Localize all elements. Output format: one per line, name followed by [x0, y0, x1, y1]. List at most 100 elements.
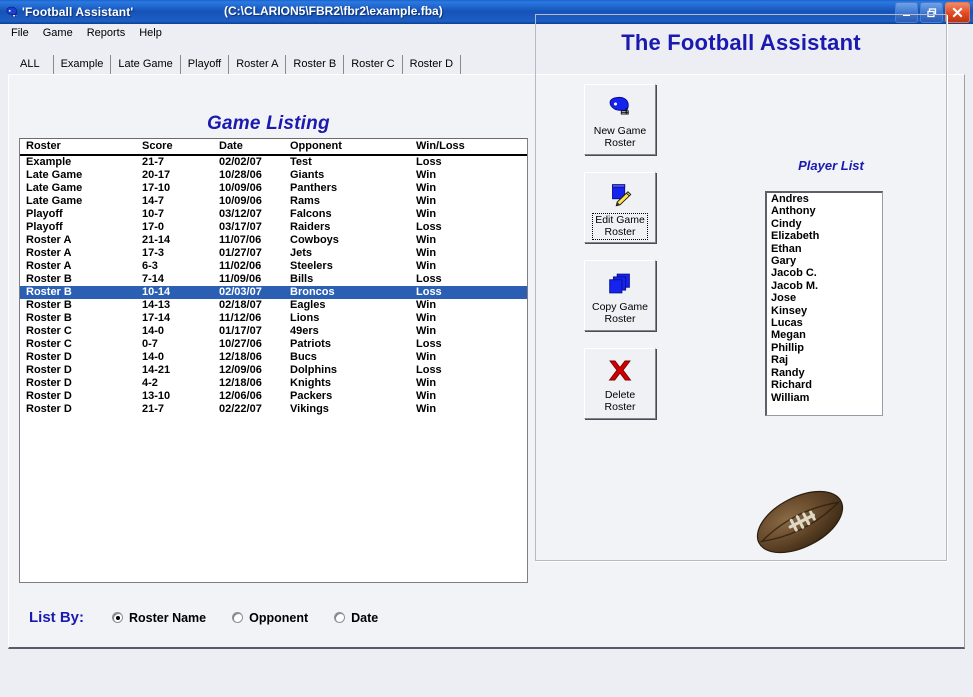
list-item[interactable]: Anthony [767, 205, 882, 217]
table-row[interactable]: Playoff 17-0 03/17/07 Raiders Loss [20, 221, 527, 234]
menu-item-file[interactable]: File [4, 26, 36, 40]
table-row[interactable]: Roster D 13-10 12/06/06 Packers Win [20, 390, 527, 403]
new-game-roster-button[interactable]: New Game Roster [584, 84, 656, 155]
table-row[interactable]: Roster B 7-14 11/09/06 Bills Loss [20, 273, 527, 286]
table-row[interactable]: Late Game 17-10 10/09/06 Panthers Win [20, 182, 527, 195]
table-row[interactable]: Roster D 21-7 02/22/07 Vikings Win [20, 403, 527, 416]
cell-roster: Roster B [26, 273, 72, 285]
list-item[interactable]: Jose [767, 292, 882, 304]
cell-opponent: Bucs [290, 351, 317, 363]
cell-win-loss: Loss [416, 364, 442, 376]
new-game-roster-label: New Game Roster [593, 125, 647, 149]
cell-score: 14-7 [142, 195, 165, 207]
list-item[interactable]: Ethan [767, 243, 882, 255]
cell-roster: Roster A [26, 247, 72, 259]
copy-game-roster-button[interactable]: Copy Game Roster [584, 260, 656, 331]
menu-item-game[interactable]: Game [36, 26, 80, 40]
list-item[interactable]: Andres [767, 193, 882, 205]
list-by-radio-group: Roster Name Opponent Date [112, 611, 404, 625]
player-list-box[interactable]: Andres Anthony Cindy Elizabeth Ethan Gary Jaco… [765, 191, 883, 416]
column-header-score[interactable]: Score [142, 140, 173, 152]
cell-opponent: Bills [290, 273, 314, 285]
game-listing-listbox[interactable]: Roster Score Date Opponent Win/Loss Exam… [19, 138, 528, 583]
tab-playoff[interactable]: Playoff [181, 55, 230, 74]
cell-opponent: Test [290, 156, 312, 168]
radio-date[interactable]: Date [334, 611, 378, 625]
table-row[interactable]: Late Game 20-17 10/28/06 Giants Win [20, 169, 527, 182]
list-item[interactable]: Richard [767, 379, 882, 391]
cell-date: 03/17/07 [219, 221, 262, 233]
cell-score: 13-10 [142, 390, 171, 402]
column-header-opponent[interactable]: Opponent [290, 140, 342, 152]
radio-opponent[interactable]: Opponent [232, 611, 308, 625]
table-row[interactable]: Roster B 14-13 02/18/07 Eagles Win [20, 299, 527, 312]
cell-win-loss: Win [416, 299, 437, 311]
table-row[interactable]: Example 21-7 02/02/07 Test Loss [20, 156, 527, 169]
table-row[interactable]: Roster A 17-3 01/27/07 Jets Win [20, 247, 527, 260]
list-item[interactable]: Megan [767, 329, 882, 341]
table-row[interactable]: Roster A 21-14 11/07/06 Cowboys Win [20, 234, 527, 247]
list-item[interactable]: Gary [767, 255, 882, 267]
column-header-win-loss[interactable]: Win/Loss [416, 140, 465, 152]
tab-roster-a[interactable]: Roster A [229, 55, 287, 74]
cell-roster: Playoff [26, 208, 63, 220]
cell-opponent: Patriots [290, 338, 331, 350]
tab-roster-c[interactable]: Roster C [344, 55, 403, 74]
table-row[interactable]: Roster D 4-2 12/18/06 Knights Win [20, 377, 527, 390]
table-row[interactable]: Roster D 14-0 12/18/06 Bucs Win [20, 351, 527, 364]
tab-roster-d[interactable]: Roster D [403, 55, 462, 74]
list-item[interactable]: Cindy [767, 218, 882, 230]
list-item[interactable]: Phillip [767, 342, 882, 354]
table-row[interactable]: Late Game 14-7 10/09/06 Rams Win [20, 195, 527, 208]
table-row[interactable]: Roster B 10-14 02/03/07 Broncos Loss [20, 286, 527, 299]
cell-score: 6-3 [142, 260, 158, 272]
radio-label: Roster Name [129, 610, 207, 625]
list-item[interactable]: Raj [767, 354, 882, 366]
cell-win-loss: Win [416, 195, 437, 207]
cell-score: 0-7 [142, 338, 158, 350]
football-helmet-icon [0, 0, 22, 24]
tab-example[interactable]: Example [52, 55, 112, 74]
cell-opponent: Panthers [290, 182, 338, 194]
table-row[interactable]: Roster B 17-14 11/12/06 Lions Win [20, 312, 527, 325]
tab-late-game[interactable]: Late Game [111, 55, 181, 74]
delete-roster-button[interactable]: Delete Roster [584, 348, 656, 419]
cell-score: 10-14 [142, 286, 171, 298]
edit-game-roster-button[interactable]: Edit Game Roster [584, 172, 656, 243]
list-item[interactable]: Jacob M. [767, 280, 882, 292]
list-item[interactable]: Kinsey [767, 305, 882, 317]
radio-roster-name[interactable]: Roster Name [112, 611, 206, 625]
radio-knob [334, 612, 346, 623]
cell-roster: Roster A [26, 260, 72, 272]
cell-score: 17-14 [142, 312, 171, 324]
roster-action-buttons: New Game Roster Edit Game Roster Copy Ga… [584, 84, 656, 436]
cell-date: 11/09/06 [219, 273, 262, 285]
table-row[interactable]: Roster D 14-21 12/09/06 Dolphins Loss [20, 364, 527, 377]
menu-item-reports[interactable]: Reports [80, 26, 133, 40]
cell-date: 01/27/07 [219, 247, 262, 259]
cell-roster: Roster C [26, 338, 72, 350]
column-header-date[interactable]: Date [219, 140, 243, 152]
application-window: 'Football Assistant' (C:\CLARION5\FBR2\f… [0, 0, 973, 697]
right-panel-title: The Football Assistant [621, 30, 861, 55]
cell-opponent: Broncos [290, 286, 335, 298]
table-row[interactable]: Roster A 6-3 11/02/06 Steelers Win [20, 260, 527, 273]
column-header-roster[interactable]: Roster [26, 140, 61, 152]
list-item[interactable]: Lucas [767, 317, 882, 329]
cell-roster: Roster A [26, 234, 72, 246]
list-item[interactable]: Randy [767, 367, 882, 379]
tab-all[interactable]: ALL [8, 55, 53, 74]
table-row[interactable]: Playoff 10-7 03/12/07 Falcons Win [20, 208, 527, 221]
red-x-icon [606, 355, 634, 387]
pencil-edit-icon [605, 179, 635, 211]
tab-roster-b[interactable]: Roster B [286, 55, 345, 74]
list-item[interactable]: Jacob C. [767, 267, 882, 279]
table-row[interactable]: Roster C 0-7 10/27/06 Patriots Loss [20, 338, 527, 351]
list-item[interactable]: William [767, 392, 882, 404]
cell-date: 10/09/06 [219, 195, 262, 207]
list-item[interactable]: Elizabeth [767, 230, 882, 242]
menu-item-help[interactable]: Help [132, 26, 169, 40]
close-button[interactable] [945, 2, 970, 23]
table-row[interactable]: Roster C 14-0 01/17/07 49ers Win [20, 325, 527, 338]
cell-score: 21-7 [142, 156, 165, 168]
